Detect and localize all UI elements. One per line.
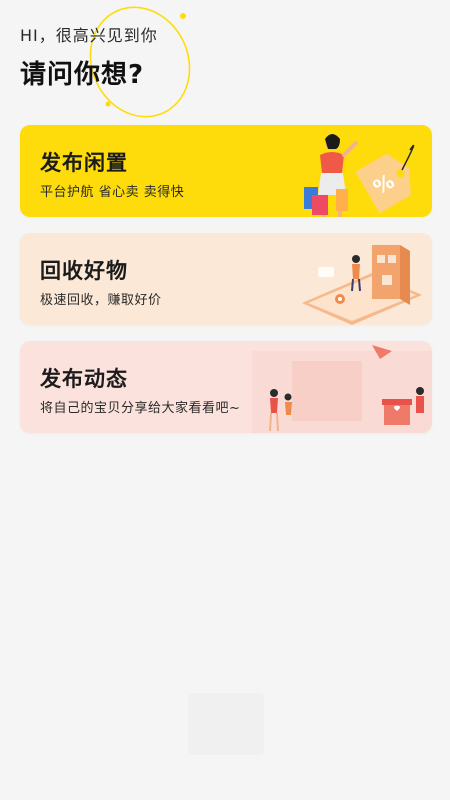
option-title: 回收好物 (40, 259, 128, 283)
option-card-recycle[interactable]: 回收好物 极速回收，赚取好价 (20, 233, 432, 325)
page-title: 请问你想? (20, 60, 145, 90)
home-indicator (188, 693, 264, 755)
header: HI，很高兴见到你 请问你想? (0, 0, 450, 120)
option-card-post-idle[interactable]: 发布闲置 平台护航 省心卖 卖得快 % (20, 125, 432, 217)
people-sharing-illustration (252, 345, 432, 433)
option-card-post-moment[interactable]: 发布动态 将自己的宝贝分享给大家看看吧~ (20, 341, 432, 433)
option-title: 发布闲置 (40, 151, 128, 175)
phone-recycle-illustration (302, 245, 422, 325)
shopping-woman-sale-tag-illustration: % (304, 134, 415, 217)
option-subtitle: 将自己的宝贝分享给大家看看吧~ (40, 401, 241, 416)
option-subtitle: 极速回收，赚取好价 (40, 293, 162, 308)
option-subtitle: 平台护航 省心卖 卖得快 (40, 185, 185, 200)
greeting-text: HI，很高兴见到你 (20, 26, 158, 45)
option-title: 发布动态 (40, 367, 128, 391)
